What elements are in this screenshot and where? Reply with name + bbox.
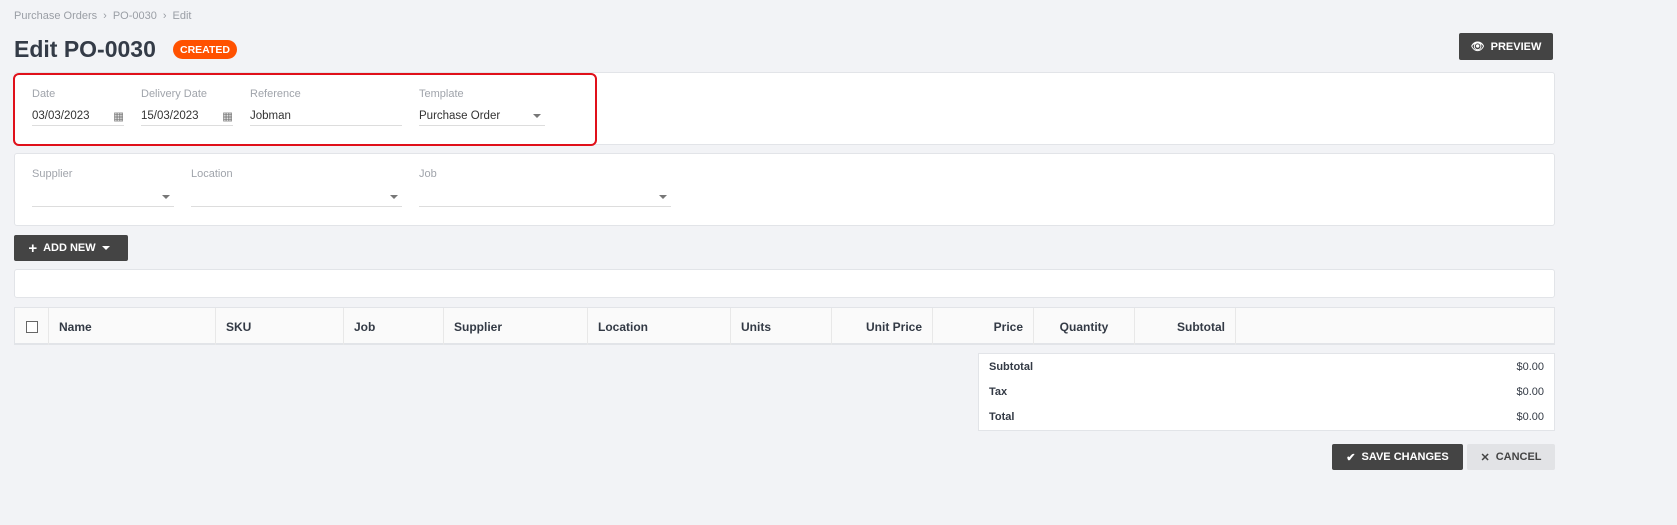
reference-value: Jobman	[250, 109, 291, 122]
delivery-date-value: 15/03/2023	[141, 109, 199, 122]
delivery-date-label: Delivery Date	[141, 88, 208, 100]
breadcrumb-purchase-orders[interactable]: Purchase Orders	[14, 10, 97, 22]
column-sku[interactable]: SKU	[216, 308, 344, 345]
date-label: Date	[32, 88, 56, 100]
total-value: $0.00	[1516, 411, 1544, 423]
column-unit-price[interactable]: Unit Price	[832, 308, 933, 345]
location-label: Location	[191, 168, 233, 180]
column-supplier[interactable]: Supplier	[444, 308, 588, 345]
cancel-button[interactable]: ✕ CANCEL	[1467, 444, 1555, 470]
check-icon: ✔	[1346, 451, 1356, 464]
totals-row-total: Total $0.00	[989, 411, 1544, 423]
breadcrumb-edit: Edit	[172, 10, 192, 22]
cancel-label: CANCEL	[1495, 451, 1542, 463]
total-label: Total	[989, 411, 1015, 423]
column-quantity[interactable]: Quantity	[1034, 308, 1135, 345]
breadcrumb: Purchase Orders › PO-0030 › Edit	[14, 10, 192, 22]
chevron-right-icon: ›	[103, 10, 107, 22]
totals-row-subtotal: Subtotal $0.00	[989, 361, 1544, 373]
delivery-date-field[interactable]: 15/03/2023 ▦	[141, 106, 233, 126]
chevron-down-icon	[162, 194, 170, 199]
page-title: Edit PO-0030	[14, 36, 156, 62]
tax-label: Tax	[989, 386, 1008, 398]
column-name[interactable]: Name	[49, 308, 216, 345]
select-all-checkbox[interactable]	[25, 320, 38, 333]
column-units[interactable]: Units	[731, 308, 832, 345]
date-field[interactable]: 03/03/2023 ▦	[32, 106, 124, 126]
subtotal-value: $0.00	[1516, 361, 1544, 373]
breadcrumb-po[interactable]: PO-0030	[113, 10, 157, 22]
template-value: Purchase Order	[419, 109, 501, 122]
template-label: Template	[419, 88, 464, 100]
add-new-button[interactable]: + ADD NEW	[14, 235, 128, 261]
chevron-right-icon: ›	[162, 10, 167, 22]
date-value: 03/03/2023	[32, 109, 90, 122]
save-label: SAVE CHANGES	[1361, 451, 1449, 463]
job-label: Job	[419, 168, 437, 180]
chevron-down-icon	[533, 113, 541, 118]
column-location[interactable]: Location	[588, 308, 731, 345]
tax-value: $0.00	[1516, 386, 1544, 398]
calendar-icon[interactable]: ▦	[222, 109, 233, 123]
calendar-icon[interactable]: ▦	[113, 109, 124, 123]
location-select[interactable]	[191, 187, 402, 207]
column-job[interactable]: Job	[344, 308, 444, 345]
column-subtotal[interactable]: Subtotal	[1135, 308, 1236, 345]
reference-field[interactable]: Jobman	[250, 106, 402, 126]
template-select[interactable]: Purchase Order	[419, 106, 545, 126]
supplier-select[interactable]	[32, 187, 174, 207]
plus-icon: +	[28, 239, 38, 257]
job-select[interactable]	[419, 187, 671, 207]
totals-box: Subtotal $0.00 Tax $0.00 Total $0.00	[978, 353, 1555, 431]
chevron-down-icon	[659, 194, 667, 199]
search-bar[interactable]	[14, 269, 1555, 298]
items-table-header: Name SKU Job Supplier Location Units Uni…	[14, 307, 1555, 345]
close-icon: ✕	[1480, 451, 1490, 464]
preview-button[interactable]: 👁 PREVIEW	[1459, 33, 1553, 60]
add-new-label: ADD NEW	[43, 242, 96, 254]
subtotal-label: Subtotal	[989, 361, 1033, 373]
status-badge: CREATED	[173, 40, 237, 59]
totals-row-tax: Tax $0.00	[989, 386, 1544, 398]
reference-label: Reference	[250, 88, 301, 100]
chevron-down-icon	[101, 246, 110, 250]
save-changes-button[interactable]: ✔ SAVE CHANGES	[1332, 444, 1463, 470]
eye-icon: 👁	[1470, 41, 1485, 53]
preview-label: PREVIEW	[1490, 40, 1542, 53]
column-price[interactable]: Price	[933, 308, 1034, 345]
supplier-label: Supplier	[32, 168, 73, 180]
chevron-down-icon	[390, 194, 398, 199]
